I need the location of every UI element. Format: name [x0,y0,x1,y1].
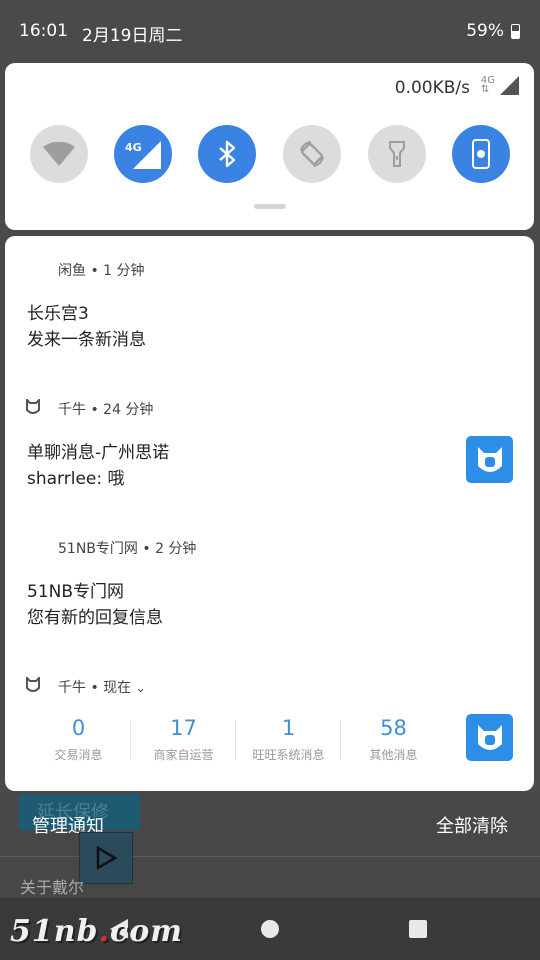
status-bar: 16:01 2月19日周二 59% [0,0,540,62]
mobile-data-tile[interactable]: 4G [114,125,172,183]
battery-icon [511,24,520,39]
chevron-down-icon[interactable]: ⌄ [136,681,146,695]
stat-other-messages[interactable]: 58 其他消息 [341,716,446,763]
watermark-logo: 51nb.com [10,914,184,949]
notification-title: 长乐宫3 [27,304,89,324]
stat-trade-messages[interactable]: 0 交易消息 [26,716,131,763]
bluetooth-tile[interactable] [198,125,256,183]
notification-text: 您有新的回复信息 [27,608,163,628]
stat-wangwang-system[interactable]: 1 旺旺系统消息 [236,716,341,763]
notification-header: 闲鱼 • 1 分钟 [58,263,145,279]
stat-merchant-ops[interactable]: 17 商家自运营 [131,716,236,763]
play-icon [96,845,118,871]
status-date: 2月19日周二 [82,26,183,46]
qianniu-logo-icon [477,446,502,472]
auto-rotate-icon [300,141,324,167]
notification-header: 51NB专门网 • 2 分钟 [58,541,197,557]
signal-strength-icon [500,76,519,95]
qianniu-small-icon [26,677,40,692]
qianniu-app-logo [466,714,513,761]
background-app-area: 延长保修 管理通知 全部清除 关于戴尔 51nb.com [0,792,540,960]
notification-text: sharrlee: 哦 [27,469,125,489]
expand-handle[interactable] [254,204,286,209]
network-speed: 0.00KB/s [394,78,470,98]
notification-title: 51NB专门网 [27,582,125,602]
qianniu-small-icon [26,399,40,414]
mobile-data-4g-icon: 4G [125,141,161,169]
flashlight-icon [389,141,405,167]
status-time: 16:01 [19,21,68,41]
screen-record-icon [472,139,490,169]
notification-panel: 闲鱼 • 1 分钟 长乐宫3 发来一条新消息 千牛 • 24 分钟 单聊消息-广… [5,236,534,791]
notification-text: 发来一条新消息 [27,330,146,350]
notification-header: 千牛 • 现在 ⌄ [58,680,146,696]
bluetooth-icon [219,140,236,168]
battery-percent: 59% [466,21,504,41]
navigation-bar: 51nb.com [0,898,540,960]
home-icon[interactable] [260,919,280,939]
quick-settings-panel: 0.00KB/s 4G ⇅ 4G [5,63,534,230]
flashlight-tile[interactable] [368,125,426,183]
notification-header: 千牛 • 24 分钟 [58,402,154,418]
svg-text:4G: 4G [125,141,142,154]
about-dell-link: 关于戴尔 [20,878,85,897]
auto-rotate-tile[interactable] [283,125,341,183]
recents-icon[interactable] [408,919,428,939]
wifi-tile[interactable] [30,125,88,183]
screen-record-tile[interactable] [452,125,510,183]
floating-play-button[interactable] [79,832,133,884]
qianniu-app-logo [466,436,513,483]
notification-title: 单聊消息-广州思诺 [27,443,170,463]
network-type-indicator: 4G ⇅ [480,75,495,95]
clear-all-button[interactable]: 全部清除 [436,812,508,838]
wifi-icon [43,142,75,166]
qianniu-logo-icon [477,724,502,750]
